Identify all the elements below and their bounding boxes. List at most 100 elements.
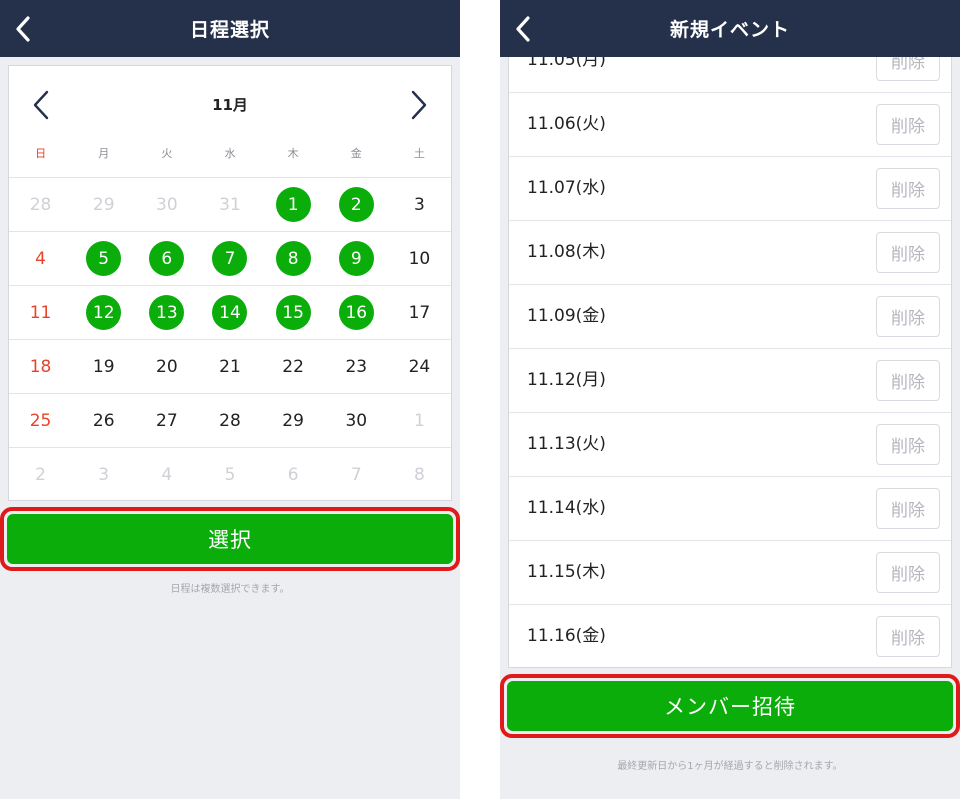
date-label: 11.13(火) — [527, 434, 606, 454]
calendar-week-row: 2 3 4 5 6 7 8 — [9, 447, 451, 501]
weekday-label: 水 — [224, 147, 236, 160]
delete-date-button[interactable]: 削除 — [876, 296, 940, 337]
day-number: 23 — [345, 356, 368, 377]
chevron-left-icon — [16, 16, 30, 42]
day-number: 27 — [156, 410, 178, 431]
calendar-grid: 28 29 30 31 1 2 3 4 5 6 7 8 9 10 11 12 13 14 15 16 17 18 19 20 2… — [9, 177, 451, 501]
calendar-day[interactable]: 5 — [198, 448, 261, 501]
delete-date-button[interactable]: 削除 — [876, 552, 940, 593]
calendar-day[interactable]: 17 — [388, 286, 451, 339]
invite-button-highlight: メンバー招待 — [500, 674, 960, 738]
day-number: 3 — [413, 194, 425, 215]
calendar-day-selected[interactable]: 5 — [72, 232, 135, 285]
date-row: 11.12(月) 削除 — [509, 349, 951, 413]
delete-date-button[interactable]: 削除 — [876, 104, 940, 145]
date-label: 11.05(月) — [527, 57, 606, 70]
day-number: 7 — [350, 464, 362, 485]
weekday-label: 月 — [98, 147, 110, 160]
calendar-day[interactable]: 7 — [325, 448, 388, 501]
day-number: 6 — [149, 241, 185, 276]
calendar-day[interactable]: 20 — [135, 340, 198, 393]
day-number: 21 — [219, 356, 241, 377]
page-title: 新規イベント — [669, 19, 790, 41]
calendar-day[interactable]: 1 — [388, 394, 451, 447]
day-number: 4 — [35, 248, 46, 269]
calendar-day[interactable]: 11 — [9, 286, 72, 339]
day-number: 13 — [149, 295, 185, 330]
chevron-left-icon — [516, 16, 530, 42]
calendar-day[interactable]: 3 — [388, 178, 451, 231]
calendar-day[interactable]: 19 — [72, 340, 135, 393]
calendar-day[interactable]: 30 — [325, 394, 388, 447]
calendar-week-row: 11 12 13 14 15 16 17 — [9, 285, 451, 339]
day-number: 26 — [92, 410, 115, 431]
calendar-day-selected[interactable]: 9 — [325, 232, 388, 285]
calendar-day[interactable]: 4 — [135, 448, 198, 501]
delete-date-button[interactable]: 削除 — [876, 616, 940, 657]
calendar-day[interactable]: 4 — [9, 232, 72, 285]
day-number: 8 — [275, 241, 311, 276]
header-bar: 日程選択 — [0, 0, 460, 57]
date-row: 11.07(水) 削除 — [509, 157, 951, 221]
calendar-day[interactable]: 24 — [388, 340, 451, 393]
calendar-day[interactable]: 8 — [388, 448, 451, 501]
delete-date-button[interactable]: 削除 — [876, 488, 940, 529]
calendar-day-selected[interactable]: 13 — [135, 286, 198, 339]
back-button[interactable] — [508, 12, 538, 46]
weekday-label: 日 — [35, 147, 47, 160]
calendar-day-selected[interactable]: 12 — [72, 286, 135, 339]
calendar-day[interactable]: 10 — [388, 232, 451, 285]
select-button[interactable]: 選択 — [7, 514, 453, 564]
calendar-day[interactable]: 2 — [9, 448, 72, 501]
calendar-day[interactable]: 23 — [325, 340, 388, 393]
day-number: 25 — [29, 410, 52, 431]
delete-date-button[interactable]: 削除 — [876, 57, 940, 81]
calendar-day[interactable]: 26 — [72, 394, 135, 447]
calendar-day[interactable]: 28 — [9, 178, 72, 231]
calendar-day[interactable]: 29 — [262, 394, 325, 447]
calendar-day[interactable]: 3 — [72, 448, 135, 501]
day-number: 29 — [92, 194, 115, 215]
date-row: 11.15(木) 削除 — [509, 541, 951, 605]
calendar-day[interactable]: 22 — [262, 340, 325, 393]
day-number: 30 — [345, 410, 368, 431]
calendar-day-selected[interactable]: 7 — [198, 232, 261, 285]
calendar-day[interactable]: 25 — [9, 394, 72, 447]
calendar-day[interactable]: 31 — [198, 178, 261, 231]
day-number: 1 — [275, 187, 311, 222]
calendar-day[interactable]: 18 — [9, 340, 72, 393]
calendar-day[interactable]: 30 — [135, 178, 198, 231]
calendar-day[interactable]: 27 — [135, 394, 198, 447]
date-label: 11.14(水) — [527, 498, 606, 518]
day-number: 2 — [35, 464, 46, 485]
day-number: 16 — [338, 295, 374, 330]
delete-date-button[interactable]: 削除 — [876, 168, 940, 209]
delete-date-button[interactable]: 削除 — [876, 424, 940, 465]
delete-date-button[interactable]: 削除 — [876, 360, 940, 401]
header-bar: 新規イベント — [500, 0, 960, 57]
calendar-day-selected[interactable]: 16 — [325, 286, 388, 339]
date-row: 11.16(金) 削除 — [509, 605, 951, 667]
calendar-day-selected[interactable]: 2 — [325, 178, 388, 231]
calendar-week-row: 4 5 6 7 8 9 10 — [9, 231, 451, 285]
day-number: 3 — [98, 464, 110, 485]
select-button-highlight: 選択 — [0, 507, 460, 571]
selected-dates-list[interactable]: 11.05(月) 削除 11.06(火) 削除 11.07(水) 削除 11.08(木) 削除… — [508, 57, 952, 668]
calendar-day-selected[interactable]: 1 — [262, 178, 325, 231]
calendar-day-selected[interactable]: 8 — [262, 232, 325, 285]
day-number: 1 — [413, 410, 425, 431]
calendar-day-selected[interactable]: 15 — [262, 286, 325, 339]
calendar-day[interactable]: 28 — [198, 394, 261, 447]
calendar-day-selected[interactable]: 6 — [135, 232, 198, 285]
weekday-header: 日月火水木金土 — [9, 144, 451, 177]
day-number: 17 — [408, 302, 431, 323]
calendar-day[interactable]: 21 — [198, 340, 261, 393]
calendar-week-row: 28 29 30 31 1 2 3 — [9, 177, 451, 231]
back-button[interactable] — [8, 12, 38, 46]
delete-date-button[interactable]: 削除 — [876, 232, 940, 273]
calendar-day[interactable]: 6 — [262, 448, 325, 501]
next-month-button[interactable] — [407, 88, 431, 122]
invite-members-button[interactable]: メンバー招待 — [507, 681, 953, 731]
calendar-day-selected[interactable]: 14 — [198, 286, 261, 339]
calendar-day[interactable]: 29 — [72, 178, 135, 231]
